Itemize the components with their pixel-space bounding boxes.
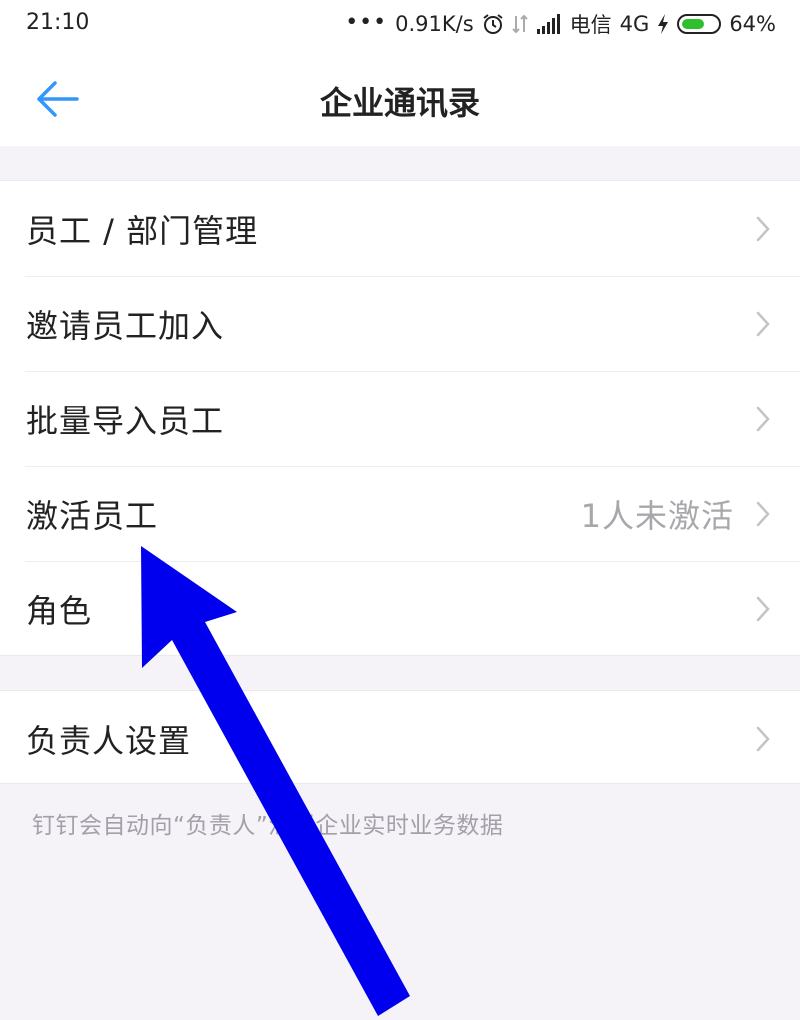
list-item-staff-department-management[interactable]: 员工 / 部门管理 <box>0 181 800 276</box>
list-item-manager-settings[interactable]: 负责人设置 <box>0 691 800 786</box>
chevron-right-icon <box>754 595 772 623</box>
nav-bar: 企业通讯录 <box>0 50 800 146</box>
manager-settings-list: 负责人设置 <box>0 690 800 784</box>
status-time: 21:10 <box>26 10 90 35</box>
list-item-label: 负责人设置 <box>26 721 192 760</box>
status-bar: 21:10 ••• 0.91K/s 电信 4G 64% <box>0 0 800 50</box>
list-item-batch-import-staff[interactable]: 批量导入员工 <box>0 371 800 466</box>
chevron-right-icon <box>754 215 772 243</box>
signal-icon <box>536 14 562 34</box>
charging-icon <box>657 13 669 35</box>
list-item-label: 员工 / 部门管理 <box>26 211 259 250</box>
network-speed: 0.91K/s <box>395 12 474 36</box>
chevron-right-icon <box>754 405 772 433</box>
list-item-invite-staff[interactable]: 邀请员工加入 <box>0 276 800 371</box>
battery-level-fill <box>682 19 705 29</box>
footer-note: 钉钉会自动向“负责人”汇报企业实时业务数据 <box>32 813 504 839</box>
page-title: 企业通讯录 <box>319 84 480 122</box>
alarm-icon <box>482 13 504 35</box>
carrier-name: 电信 <box>569 13 612 37</box>
more-notifications-icon: ••• <box>345 9 388 35</box>
battery-icon <box>677 14 722 34</box>
list-item-label: 批量导入员工 <box>26 401 225 440</box>
list-item-roles[interactable]: 角色 <box>0 561 800 656</box>
battery-percent: 64% <box>729 12 776 36</box>
status-indicators: ••• 0.91K/s 电信 4G 64% <box>345 9 776 39</box>
inactive-count-badge: 1人未激活 <box>580 496 734 535</box>
list-item-activate-staff[interactable]: 激活员工 1人未激活 <box>0 466 800 561</box>
list-item-label: 激活员工 <box>26 496 159 535</box>
chevron-right-icon <box>754 310 772 338</box>
list-item-label: 角色 <box>26 591 93 630</box>
data-transfer-icon <box>511 13 528 35</box>
list-item-label: 邀请员工加入 <box>26 306 225 345</box>
network-type: 4G <box>619 12 650 36</box>
chevron-right-icon <box>754 725 772 753</box>
contacts-settings-list: 员工 / 部门管理 邀请员工加入 批量导入员工 激活员工 1人未激活 角色 <box>0 180 800 656</box>
chevron-right-icon <box>754 500 772 528</box>
